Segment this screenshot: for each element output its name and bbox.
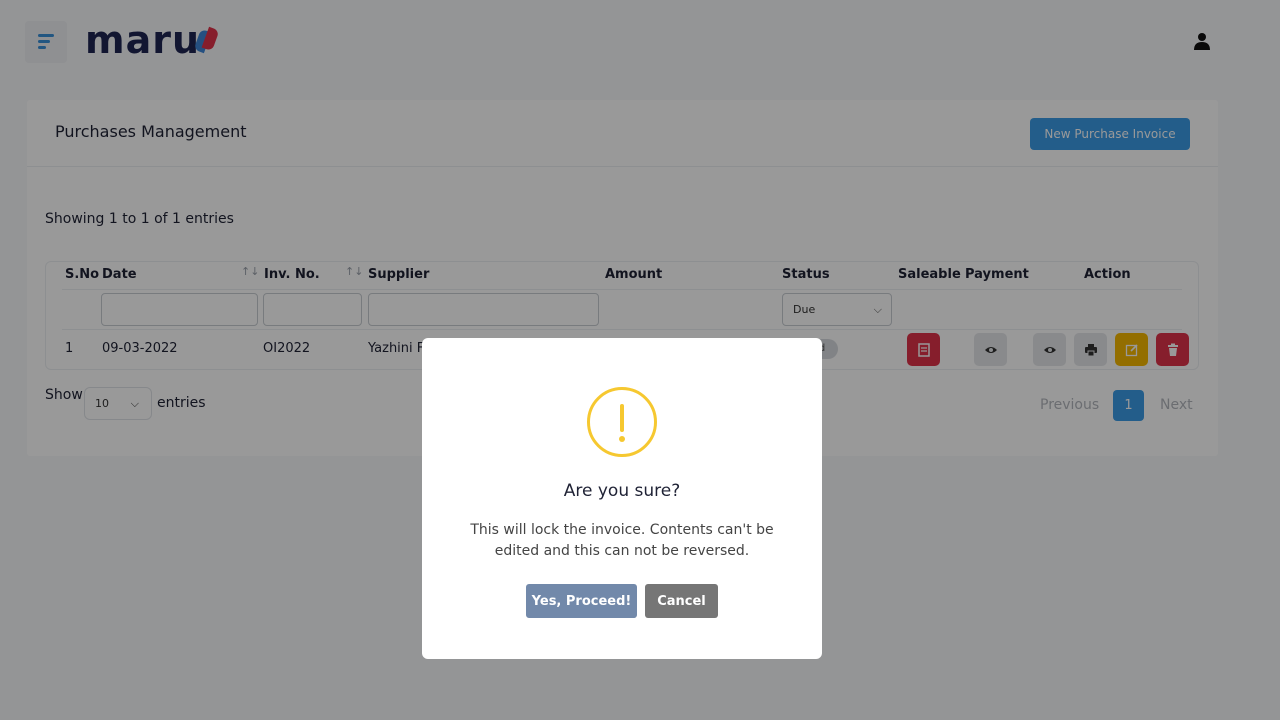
- dialog-message: This will lock the invoice. Contents can…: [470, 522, 774, 559]
- confirm-button[interactable]: Yes, Proceed!: [526, 584, 637, 618]
- confirm-dialog: Are you sure? This will lock the invoice…: [422, 338, 822, 659]
- dialog-title: Are you sure?: [563, 481, 681, 501]
- warning-icon: [587, 387, 657, 457]
- cancel-button[interactable]: Cancel: [645, 584, 718, 618]
